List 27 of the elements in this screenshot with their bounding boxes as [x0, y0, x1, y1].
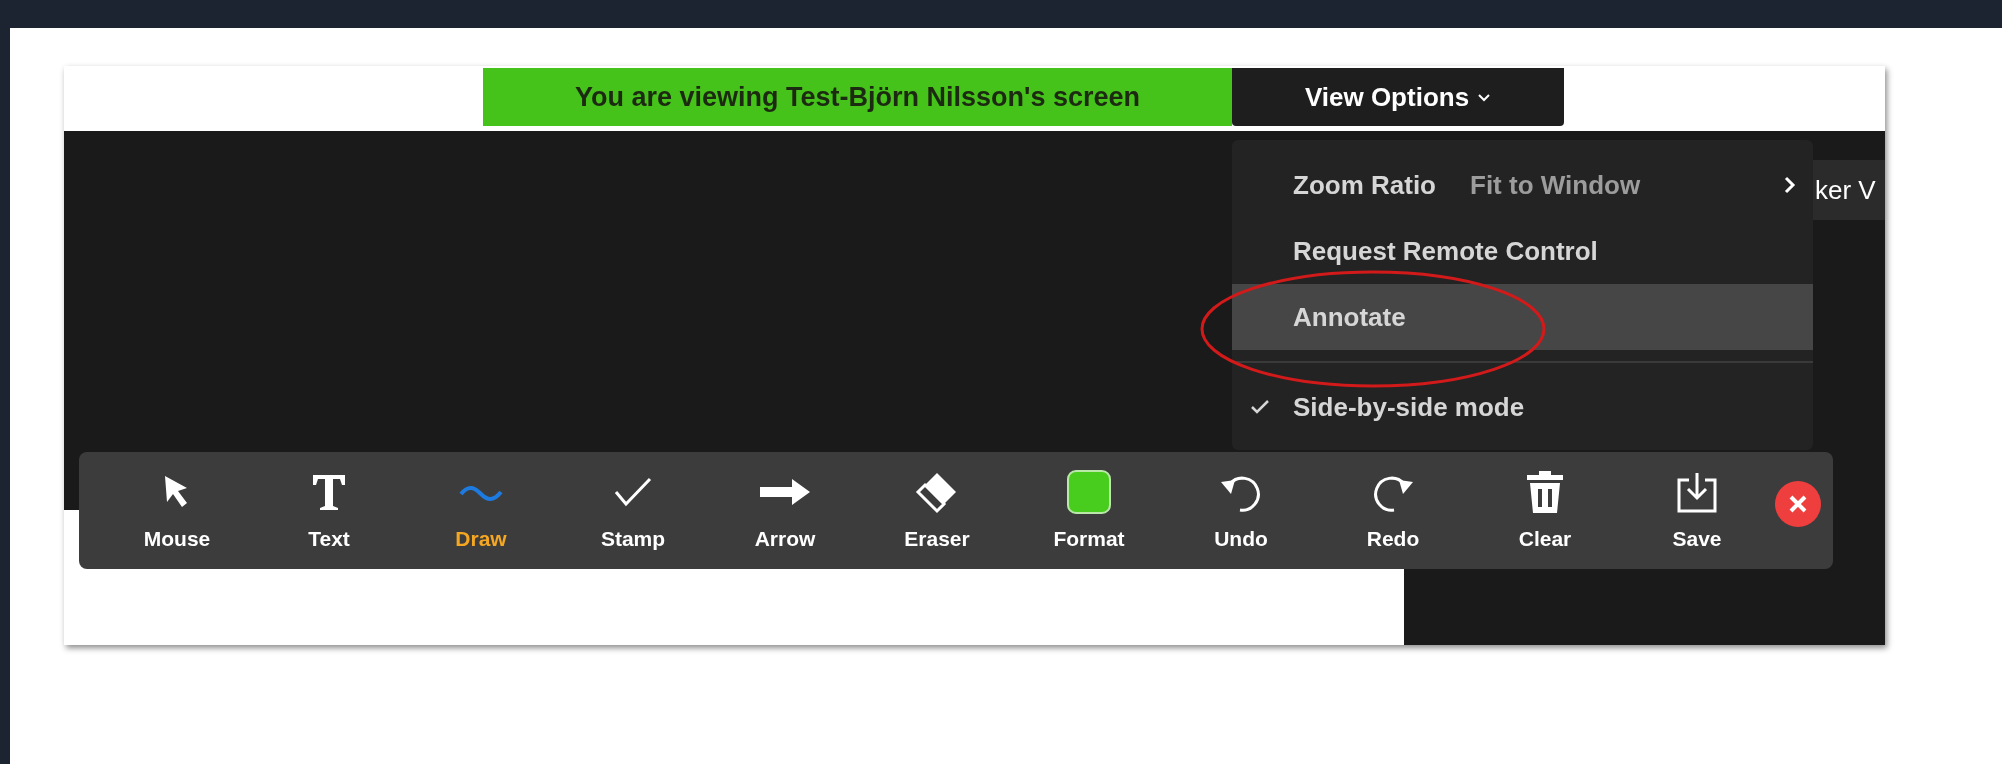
viewing-banner: You are viewing Test-Björn Nilsson's screen — [483, 68, 1232, 126]
view-options-button[interactable]: View Options — [1232, 68, 1564, 126]
caret-icon — [1477, 92, 1492, 102]
tool-button[interactable]: Mouse — [101, 460, 253, 561]
speaker-view-button[interactable]: ker V — [1813, 160, 1885, 220]
close-button[interactable] — [1775, 480, 1821, 527]
side-mode-menu-item[interactable]: Side-by-side mode — [1232, 374, 1813, 440]
checkmark-icon — [613, 475, 653, 508]
arrow-right-icon — [758, 477, 812, 506]
tool-button[interactable]: Arrow — [709, 460, 861, 561]
tool-button[interactable]: Text — [253, 460, 405, 561]
tool-button[interactable]: Clear — [1469, 460, 1621, 561]
tool-button[interactable]: Format — [1013, 460, 1165, 561]
menu-item[interactable]: Zoom Ratio Fit to Window — [1232, 152, 1813, 218]
menu-item[interactable]: Request Remote Control — [1232, 218, 1813, 284]
trash-icon — [1525, 468, 1565, 515]
tool-button[interactable]: Draw — [405, 460, 557, 561]
close-icon — [1788, 493, 1808, 514]
chevron-right-icon — [1783, 175, 1797, 195]
tool-button[interactable]: Redo — [1317, 460, 1469, 561]
tool-button[interactable]: Stamp — [557, 460, 709, 561]
tool-button[interactable]: Eraser — [861, 460, 1013, 561]
zoom-value: Fit to Window — [1470, 168, 1641, 202]
tool-button[interactable]: Undo — [1165, 460, 1317, 561]
tool-button[interactable]: Save — [1621, 460, 1773, 561]
menu-item[interactable]: Annotate — [1232, 284, 1813, 350]
color-swatch-icon — [1066, 468, 1112, 515]
